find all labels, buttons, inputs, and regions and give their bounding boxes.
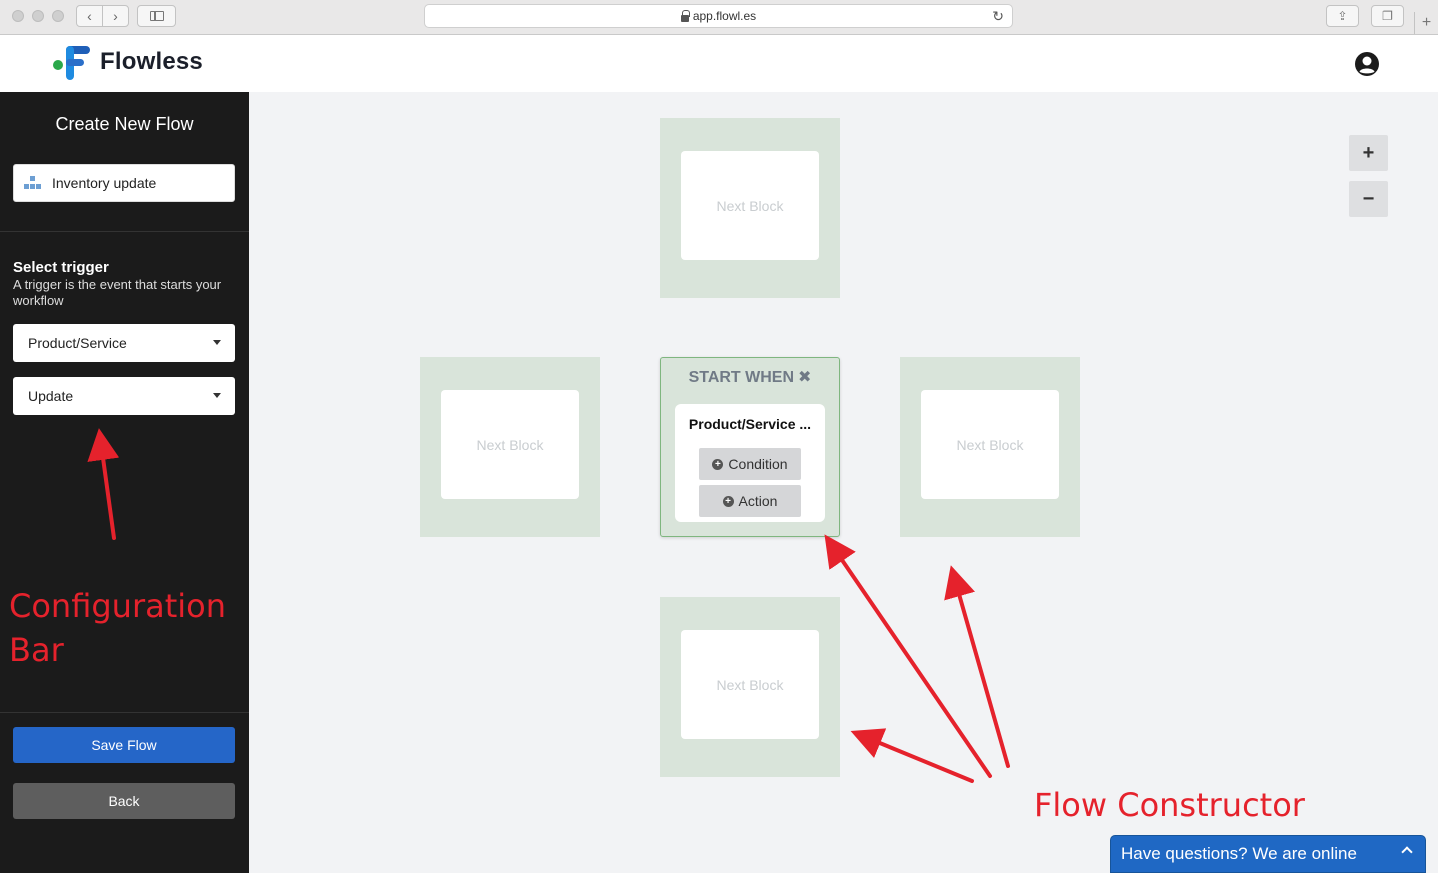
arrow-to-start-block — [824, 534, 992, 778]
plus-circle-icon: + — [712, 458, 724, 470]
arrow-to-right-slot — [944, 565, 1010, 768]
close-window-icon[interactable] — [12, 10, 24, 22]
next-block-slot-right: Next Block — [900, 357, 1080, 537]
next-block-slot-left: Next Block — [420, 357, 600, 537]
zoom-out-button[interactable]: − — [1349, 181, 1388, 217]
trigger-card: Product/Service ... + Condition + Action — [675, 404, 825, 522]
plus-circle-icon: + — [722, 495, 734, 507]
live-chat-widget[interactable]: Have questions? We are online — [1110, 835, 1426, 873]
user-account-icon[interactable] — [1354, 51, 1380, 77]
start-when-label: START WHEN — [688, 369, 795, 386]
flow-name-input[interactable]: Inventory update — [13, 164, 235, 202]
next-block-placeholder[interactable]: Next Block — [441, 390, 579, 499]
trigger-heading: Select trigger — [13, 259, 109, 276]
trigger-card-label[interactable]: Product/Service ... — [675, 416, 825, 432]
action-label: Action — [738, 493, 778, 509]
close-icon[interactable]: ✖ — [798, 369, 811, 386]
chat-label: Have questions? We are online — [1121, 844, 1357, 863]
hierarchy-icon — [24, 176, 42, 190]
condition-label: Condition — [728, 456, 788, 472]
next-block-slot-top: Next Block — [660, 118, 840, 298]
next-block-slot-bottom: Next Block — [660, 597, 840, 777]
start-when-title: START WHEN ✖ — [661, 367, 839, 387]
chevron-up-icon[interactable] — [1401, 846, 1413, 858]
sidebar-toggle-icon[interactable] — [137, 5, 176, 27]
zoom-in-button[interactable]: + — [1349, 135, 1388, 171]
trigger-description: A trigger is the event that starts your … — [13, 277, 222, 308]
caret-down-icon — [213, 393, 221, 398]
forward-arrow-icon[interactable]: › — [103, 6, 128, 26]
url-text: app.flowl.es — [692, 9, 757, 23]
start-when-block: START WHEN ✖ Product/Service ... + Condit… — [660, 357, 840, 537]
trigger-entity-value: Product/Service — [28, 335, 127, 351]
share-icon[interactable]: ⇪ — [1326, 5, 1359, 27]
save-flow-button[interactable]: Save Flow — [13, 727, 235, 763]
next-block-placeholder[interactable]: Next Block — [681, 151, 819, 260]
caret-down-icon — [213, 340, 221, 345]
divider — [0, 231, 249, 232]
address-bar[interactable]: app.flowl.es ↻ — [424, 4, 1013, 28]
add-action-button[interactable]: + Action — [699, 485, 801, 517]
trigger-event-value: Update — [28, 388, 74, 404]
divider — [0, 712, 249, 713]
sidebar-title: Create New Flow — [55, 114, 194, 134]
back-arrow-icon[interactable]: ‹ — [77, 6, 103, 26]
next-block-placeholder[interactable]: Next Block — [921, 390, 1059, 499]
minimize-window-icon[interactable] — [32, 10, 44, 22]
back-button[interactable]: Back — [13, 783, 235, 819]
brand-header: Flowless — [0, 35, 249, 92]
trigger-entity-select[interactable]: Product/Service — [13, 324, 235, 362]
tabs-overview-icon[interactable]: ❐ — [1371, 5, 1404, 27]
next-block-placeholder[interactable]: Next Block — [681, 630, 819, 739]
maximize-window-icon[interactable] — [52, 10, 64, 22]
flowless-logo-icon — [53, 46, 90, 80]
annotation-line: Configuration — [9, 587, 227, 625]
new-tab-icon[interactable]: + — [1414, 12, 1438, 34]
trigger-event-select[interactable]: Update — [13, 377, 235, 415]
flow-name-value: Inventory update — [52, 175, 157, 191]
configuration-sidebar: Create New Flow Inventory update Select … — [0, 92, 249, 873]
reload-icon[interactable]: ↻ — [992, 8, 1004, 25]
lock-icon — [680, 9, 690, 22]
brand-name: Flowless — [100, 48, 203, 75]
main-header — [249, 35, 1438, 92]
browser-chrome: ‹ › app.flowl.es ↻ ⇪ ❐ + — [0, 0, 1438, 35]
annotation-line: Bar — [9, 631, 64, 669]
configuration-bar-annotation: Configuration Bar — [9, 584, 226, 672]
arrow-to-bottom-slot — [850, 728, 974, 783]
flow-constructor-annotation: Flow Constructor — [1034, 786, 1305, 824]
history-nav: ‹ › — [76, 5, 129, 27]
add-condition-button[interactable]: + Condition — [699, 448, 801, 480]
